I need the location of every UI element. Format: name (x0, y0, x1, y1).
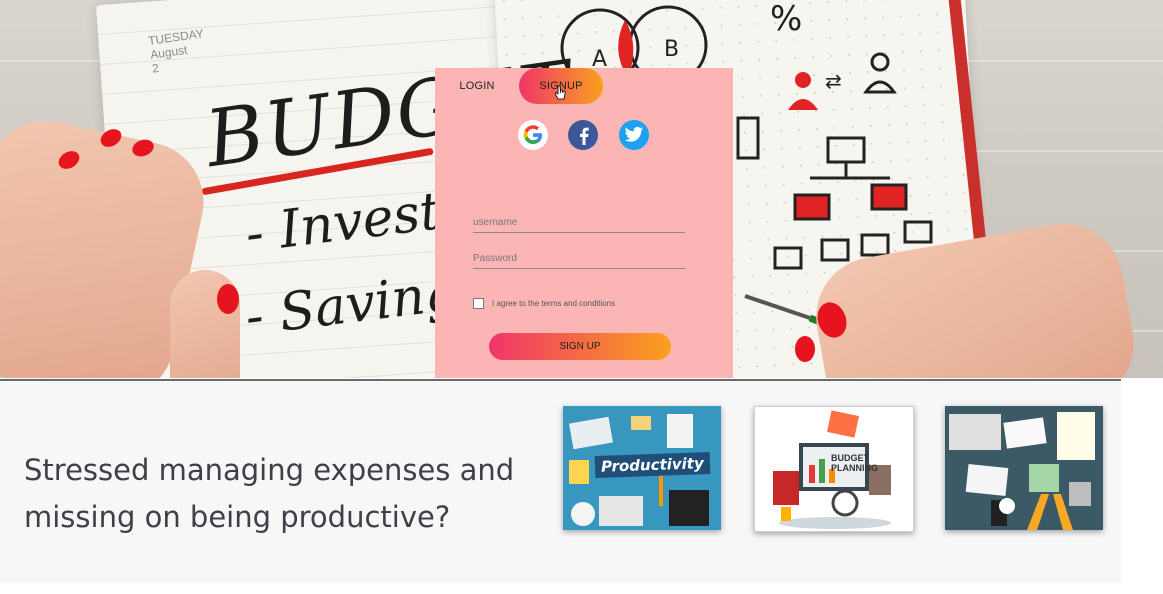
hero-image: TUESDAY August 2 BUDGET - Investm - Savi… (0, 0, 1163, 378)
svg-text:⇄: ⇄ (825, 69, 842, 93)
username-input[interactable] (473, 212, 685, 233)
budget-planning-thumbnail[interactable]: BUDGET PLANNING (754, 406, 914, 532)
signup-submit-button[interactable]: SIGN UP (489, 333, 671, 360)
promo-tagline: Stressed managing expenses and missing o… (24, 453, 515, 534)
password-input[interactable] (473, 248, 685, 269)
facebook-icon (580, 127, 589, 145)
terms-checkbox[interactable] (473, 298, 484, 309)
twitter-login-button[interactable] (619, 120, 649, 150)
google-login-button[interactable] (518, 120, 548, 150)
terms-label: I agree to the terms and conditions (492, 299, 616, 308)
terms-row: I agree to the terms and conditions (473, 298, 615, 309)
twitter-icon (624, 126, 644, 142)
facebook-login-button[interactable] (568, 120, 598, 150)
auth-card: LOGIN SIGNUP I agree t (435, 68, 733, 378)
promo-section: Stressed managing expenses and missing o… (0, 381, 1121, 583)
hand-cursor-icon (554, 85, 566, 100)
google-icon (523, 125, 542, 144)
productivity-caption: Productivity (594, 452, 711, 478)
productivity-thumbnail[interactable]: Productivity (563, 406, 721, 530)
svg-text:B: B (664, 37, 679, 62)
budget-planning-caption: BUDGET PLANNING (831, 453, 878, 473)
tab-login[interactable]: LOGIN (435, 68, 519, 104)
desk-workspace-thumbnail[interactable] (945, 406, 1103, 530)
svg-text:%: % (770, 0, 802, 39)
